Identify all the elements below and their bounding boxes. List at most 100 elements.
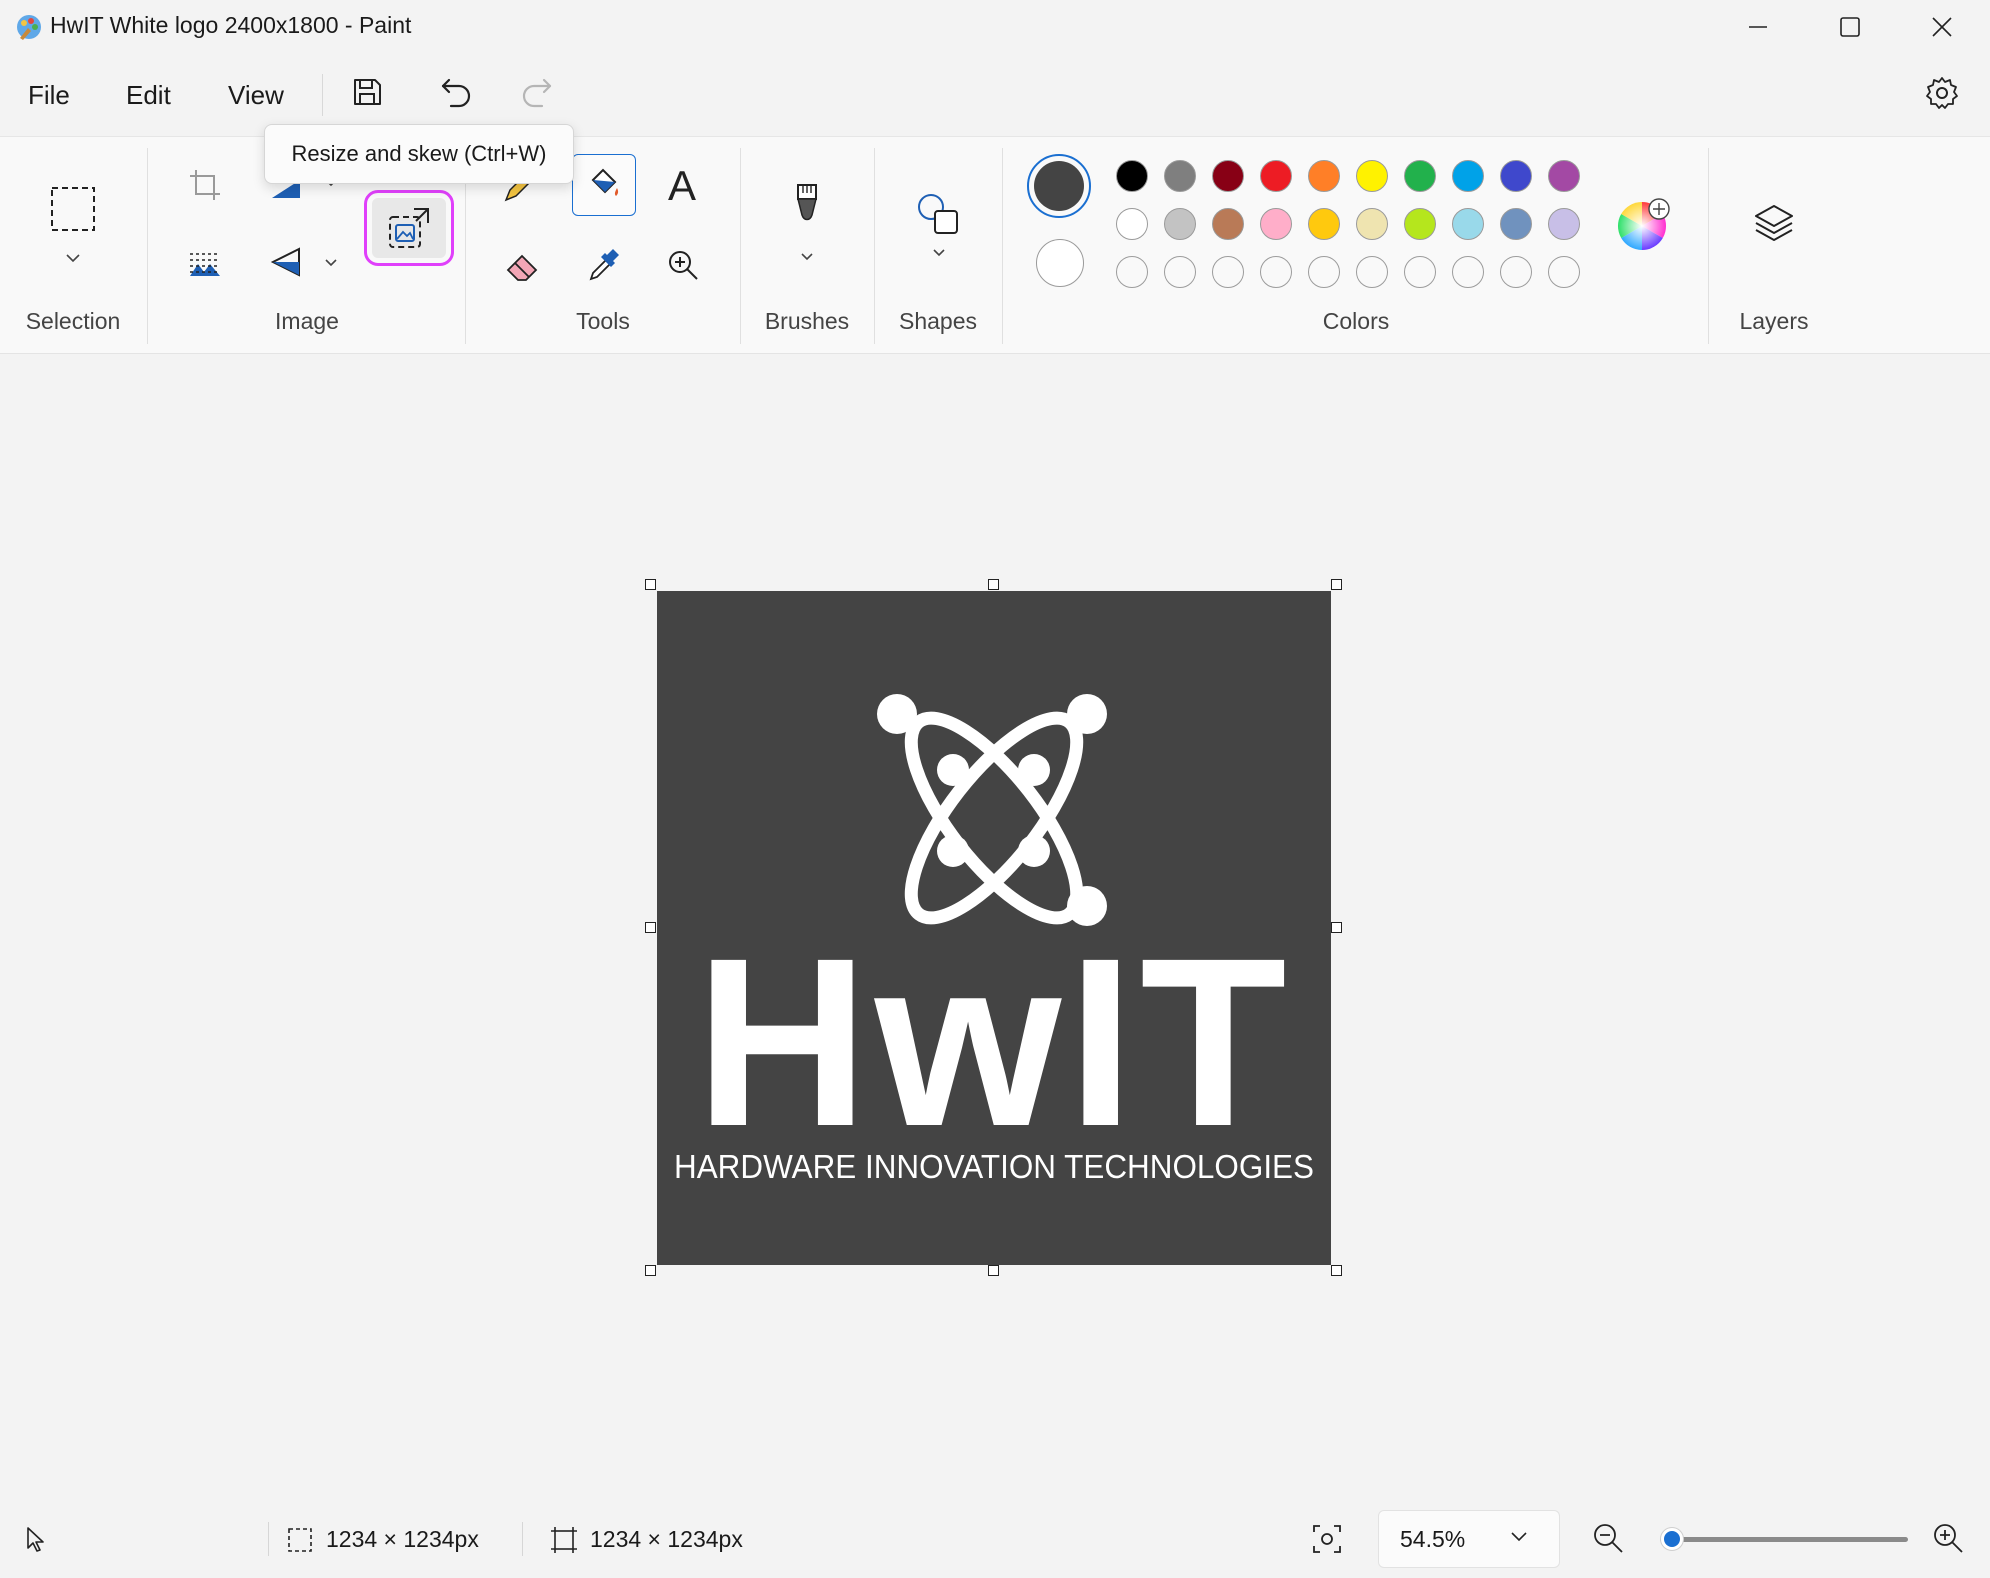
menu-file[interactable]: File (28, 80, 70, 111)
color-swatch[interactable] (1500, 208, 1532, 240)
color-swatch[interactable] (1308, 208, 1340, 240)
custom-color-slot[interactable] (1548, 256, 1580, 288)
maximize-icon (1840, 17, 1860, 37)
settings-button[interactable] (1912, 63, 1972, 123)
color-picker-button[interactable] (578, 240, 628, 290)
color-swatch[interactable] (1452, 208, 1484, 240)
minimize-button[interactable] (1712, 0, 1804, 54)
color-swatch[interactable] (1116, 208, 1148, 240)
resize-handle-bottom[interactable] (988, 1265, 999, 1276)
canvas-size-icon (551, 1527, 577, 1553)
selection-size-indicator (286, 1526, 314, 1554)
status-divider (522, 1522, 523, 1556)
zoom-in-button[interactable] (1932, 1522, 1966, 1556)
custom-color-slot[interactable] (1116, 256, 1148, 288)
brushes-dropdown[interactable] (796, 248, 818, 266)
resize-handle-top-right[interactable] (1331, 579, 1342, 590)
undo-icon (441, 78, 471, 108)
shapes-button[interactable] (912, 188, 964, 240)
eraser-button[interactable] (498, 240, 548, 290)
resize-handle-right[interactable] (1331, 922, 1342, 933)
maximize-button[interactable] (1804, 0, 1896, 54)
group-label-brushes: Brushes (764, 308, 850, 334)
menu-view[interactable]: View (228, 80, 284, 111)
primary-color-swatch (1034, 161, 1084, 211)
resize-and-skew-button[interactable] (372, 198, 446, 258)
secondary-color-button[interactable] (1036, 239, 1084, 287)
canvas-size-text: 1234 × 1234px (590, 1526, 743, 1552)
flip-dropdown[interactable] (322, 256, 340, 270)
color-swatch[interactable] (1116, 160, 1148, 192)
save-button[interactable] (337, 62, 397, 122)
chevron-down-icon (801, 253, 813, 261)
crop-icon (190, 170, 220, 200)
flip-button[interactable] (268, 244, 304, 280)
custom-color-slot[interactable] (1212, 256, 1244, 288)
resize-handle-left[interactable] (645, 922, 656, 933)
primary-color-button[interactable] (1027, 154, 1091, 218)
group-label-selection: Selection (25, 308, 121, 334)
edit-colors-button[interactable] (1616, 198, 1670, 252)
color-swatch[interactable] (1356, 160, 1388, 192)
close-button[interactable] (1896, 0, 1988, 54)
flip-icon (270, 247, 300, 277)
custom-color-slot[interactable] (1404, 256, 1436, 288)
brush-icon (797, 184, 817, 221)
chevron-down-icon (66, 254, 80, 263)
color-swatch[interactable] (1356, 208, 1388, 240)
layers-button[interactable] (1748, 198, 1800, 250)
color-swatch[interactable] (1500, 160, 1532, 192)
redo-icon (522, 78, 552, 108)
eyedropper-icon (589, 249, 619, 281)
resize-handle-bottom-right[interactable] (1331, 1265, 1342, 1276)
menu-edit[interactable]: Edit (126, 80, 171, 111)
brushes-button[interactable] (782, 178, 832, 234)
zoom-in-icon (1934, 1524, 1963, 1553)
remove-background-button[interactable] (180, 240, 230, 290)
color-swatch[interactable] (1404, 208, 1436, 240)
color-swatch[interactable] (1260, 208, 1292, 240)
undo-button[interactable] (427, 62, 487, 122)
selection-tool-button[interactable] (38, 176, 108, 242)
resize-handle-top[interactable] (988, 579, 999, 590)
image-canvas[interactable]: HwIT HARDWARE INNOVATION TECHNOLOGIES (657, 591, 1331, 1265)
zoom-slider-track[interactable] (1660, 1537, 1908, 1542)
redo-button[interactable] (506, 62, 566, 122)
color-swatch[interactable] (1308, 160, 1340, 192)
canvas-size-indicator (550, 1526, 578, 1554)
status-divider (268, 1522, 269, 1556)
text-button[interactable]: A (656, 160, 708, 212)
custom-color-slot[interactable] (1164, 256, 1196, 288)
logo-wordmark: HwIT (695, 908, 1292, 1176)
resize-handle-top-left[interactable] (645, 579, 656, 590)
color-swatch[interactable] (1164, 160, 1196, 192)
color-swatch[interactable] (1548, 208, 1580, 240)
shapes-dropdown[interactable] (928, 244, 950, 262)
fill-button[interactable] (572, 154, 636, 216)
custom-color-slot[interactable] (1452, 256, 1484, 288)
magnifier-button[interactable] (658, 240, 708, 290)
selection-dropdown[interactable] (60, 248, 86, 268)
custom-color-slot[interactable] (1356, 256, 1388, 288)
custom-color-slot[interactable] (1308, 256, 1340, 288)
zoom-dropdown[interactable] (1510, 1530, 1532, 1548)
color-swatch[interactable] (1404, 160, 1436, 192)
color-swatch[interactable] (1164, 208, 1196, 240)
custom-color-slot[interactable] (1500, 256, 1532, 288)
minimize-icon (1749, 26, 1767, 28)
text-icon: A (667, 162, 696, 209)
gear-icon (1926, 77, 1958, 109)
fit-to-window-button[interactable] (1310, 1522, 1346, 1556)
color-swatch[interactable] (1452, 160, 1484, 192)
resize-handle-bottom-left[interactable] (645, 1265, 656, 1276)
crop-button[interactable] (180, 160, 230, 210)
chevron-down-icon (933, 249, 945, 257)
pointer-position-indicator (22, 1524, 52, 1554)
zoom-out-button[interactable] (1592, 1522, 1626, 1556)
color-swatch[interactable] (1212, 160, 1244, 192)
color-swatch[interactable] (1260, 160, 1292, 192)
custom-color-slot[interactable] (1260, 256, 1292, 288)
menu-divider (322, 74, 323, 116)
color-swatch[interactable] (1212, 208, 1244, 240)
color-swatch[interactable] (1548, 160, 1580, 192)
